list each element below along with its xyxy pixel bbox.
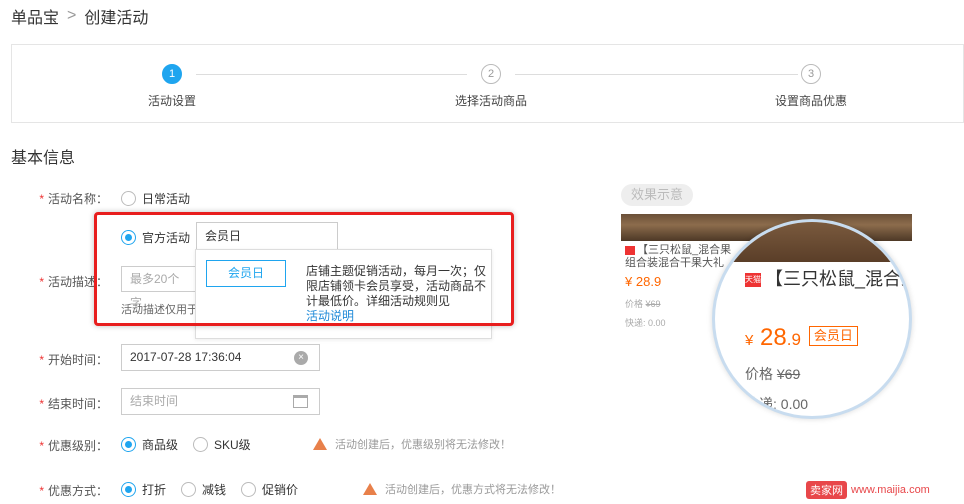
- product-title-zoomed: 天猫【三只松鼠_混合果组合装混合干果大礼: [745, 269, 912, 289]
- step-1-label: 活动设置: [147, 94, 196, 108]
- product-ship-small: 快递: 0.00: [625, 318, 666, 328]
- watermark: 卖家网 www.maijia.com: [806, 481, 930, 499]
- level-label: * 优惠级别：: [39, 439, 108, 453]
- breadcrumb-current: 创建活动: [84, 10, 149, 27]
- step-indicator: 1 活动设置 2 选择活动商品 3 设置商品优惠: [11, 44, 964, 123]
- highlight-box: [94, 212, 514, 326]
- step-3: 3 设置商品优惠: [751, 64, 871, 109]
- radio-dot[interactable]: [121, 437, 136, 452]
- step-connector: [196, 74, 467, 75]
- member-day-badge: 会员日: [808, 326, 858, 346]
- start-time-label: * 开始时间：: [39, 353, 108, 367]
- preview-tag: 效果示意: [621, 184, 694, 206]
- step-1-number: 1: [162, 64, 182, 84]
- tmall-icon: 天猫: [745, 273, 761, 288]
- radio-dot[interactable]: [193, 437, 208, 452]
- method-label: * 优惠方式：: [39, 484, 108, 498]
- watermark-url: www.maijia.com: [851, 484, 930, 496]
- tmall-icon: [625, 245, 635, 255]
- step-2-label: 选择活动商品: [454, 94, 527, 108]
- watermark-logo: 卖家网: [806, 481, 847, 499]
- product-ship-zoomed: 快递: 0.00: [745, 396, 809, 412]
- step-3-number: 3: [801, 64, 821, 84]
- name-label: * 活动名称：: [39, 192, 108, 206]
- radio-dot[interactable]: [241, 482, 256, 497]
- clear-icon[interactable]: ×: [294, 351, 308, 365]
- step-2-number: 2: [481, 64, 501, 84]
- radio-discount[interactable]: 打折: [121, 481, 166, 498]
- calendar-icon[interactable]: [293, 395, 308, 408]
- product-price-zoomed: ¥ 28.9 会员日: [745, 324, 858, 352]
- end-time-input[interactable]: 结束时间: [121, 388, 320, 415]
- chevron-right-icon: >: [67, 7, 77, 24]
- section-title: 基本信息: [11, 150, 76, 167]
- warning-icon: [313, 438, 327, 450]
- warning-icon: [363, 483, 377, 495]
- radio-item-level[interactable]: 商品级: [121, 436, 178, 453]
- level-warning: 活动创建后，优惠级别将无法修改！: [313, 436, 511, 452]
- product-orig-small: 价格 ¥69: [625, 299, 661, 309]
- product-image-zoomed: [715, 222, 909, 262]
- product-price-small: ¥ 28.9: [625, 274, 662, 289]
- step-3-label: 设置商品优惠: [774, 94, 847, 108]
- breadcrumb-root[interactable]: 单品宝: [11, 4, 59, 28]
- product-orig-zoomed: 价格 ¥69: [745, 366, 801, 382]
- magnifier-preview: 天猫【三只松鼠_混合果组合装混合干果大礼 ¥ 28.9 会员日 价格 ¥69 快…: [712, 219, 912, 419]
- radio-dot[interactable]: [121, 482, 136, 497]
- method-warning: 活动创建后，优惠方式将无法修改！: [363, 481, 561, 497]
- radio-reduce[interactable]: 减钱: [181, 481, 226, 498]
- radio-promo-price[interactable]: 促销价: [241, 481, 298, 498]
- radio-dot[interactable]: [181, 482, 196, 497]
- breadcrumb: 单品宝 > 创建活动: [11, 4, 148, 28]
- radio-daily-activity[interactable]: 日常活动: [121, 190, 190, 207]
- radio-sku-level[interactable]: SKU级: [193, 436, 251, 453]
- step-2: 2 选择活动商品: [431, 64, 551, 109]
- radio-dot[interactable]: [121, 191, 136, 206]
- step-1: 1 活动设置: [132, 64, 212, 109]
- start-time-input[interactable]: 2017-07-28 17:36:04: [121, 344, 320, 371]
- end-time-label: * 结束时间：: [39, 397, 108, 411]
